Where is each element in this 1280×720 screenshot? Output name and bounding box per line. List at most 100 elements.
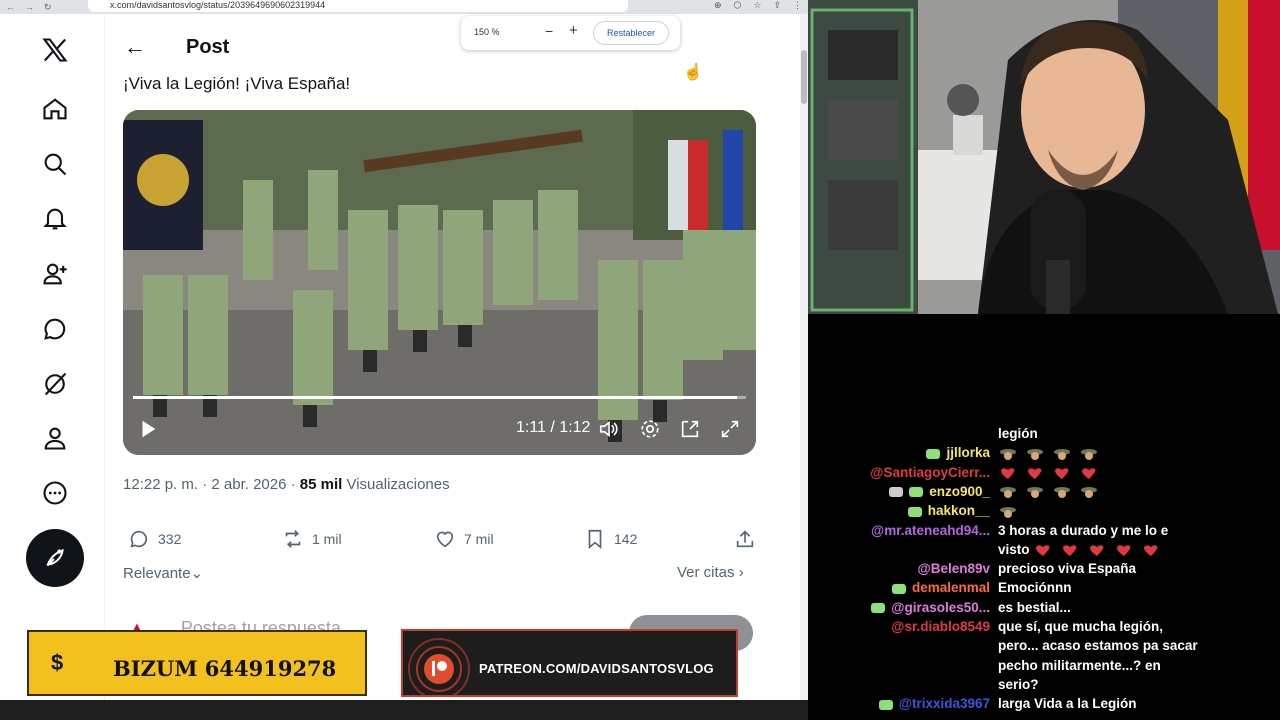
pop-out-icon[interactable] [679, 418, 701, 440]
x-logo-icon[interactable] [30, 30, 80, 70]
address-bar[interactable]: x.com/davidsantosvlog/status/20396496906… [88, 0, 628, 12]
view-quotes-link[interactable]: Ver citas › [677, 564, 744, 581]
forward-nav-icon[interactable]: → [25, 2, 34, 12]
star-icon[interactable]: ☆ [753, 0, 761, 11]
video-progress-fill [133, 396, 737, 399]
like-button[interactable]: 7 mil [434, 528, 494, 550]
reload-icon[interactable]: ↻ [44, 2, 52, 13]
chat-message-text: legión [998, 425, 1038, 443]
menu-icon[interactable]: ⋮ [793, 0, 802, 11]
back-arrow-icon[interactable]: ← [124, 34, 146, 60]
share-icon[interactable]: ⇪ [773, 0, 781, 11]
chat-bubble-icon[interactable] [30, 309, 80, 349]
search-icon[interactable] [30, 144, 80, 184]
profile-icon[interactable] [30, 418, 80, 458]
url-text[interactable]: x.com/davidsantosvlog/status/20396496906… [110, 0, 325, 10]
post-header-title: Post [186, 35, 230, 58]
repost-count: 1 mil [312, 531, 342, 547]
chat-username[interactable]: @girasoles50... [871, 599, 990, 617]
patreon-banner: PATREON.COM/DAVIDSANTOSVLOG [401, 629, 738, 697]
chevron-right-icon: › [738, 564, 744, 581]
chat-username[interactable]: @SantiagoyCierr... [870, 464, 990, 482]
chat-message-body: visto [998, 541, 1034, 557]
chat-username[interactable]: @sr.diablo8549 [891, 618, 990, 636]
sidebar-nav [0, 14, 105, 700]
chat-username[interactable]: enzo900_ [889, 483, 990, 501]
repost-button[interactable]: 1 mil [282, 528, 342, 550]
heart-icon [436, 531, 454, 548]
heart-emote-icon [1063, 545, 1077, 557]
chat-username-row: enzo900_ [808, 483, 990, 501]
compose-post-button[interactable] [26, 529, 84, 587]
zoom-popup: 150 % − + Restablecer [461, 16, 680, 50]
reply-count: 332 [158, 531, 182, 547]
bookmark-count: 142 [614, 531, 638, 547]
zoom-icon[interactable]: ⊕ [714, 0, 722, 11]
chat-badge-icon [926, 448, 941, 459]
chat-badge-icon [878, 699, 893, 710]
page-scrollbar[interactable] [800, 14, 808, 700]
video-progress-bar[interactable] [133, 396, 746, 399]
home-icon[interactable] [30, 89, 80, 129]
chat-username[interactable]: demalenmal [891, 579, 990, 597]
browser-toolbar-actions: ⊕ ⬡ ☆ ⇪ ⋮ [714, 0, 802, 11]
chat-username[interactable]: @trixxida3967 [878, 695, 990, 713]
chat-badge-icon [889, 487, 904, 498]
share-button[interactable] [734, 528, 756, 550]
chat-message-text: visto [998, 541, 1168, 559]
reply-bubble-icon [130, 530, 148, 548]
browser-toolbar: ← → ↻ x.com/davidsantosvlog/status/20396… [0, 0, 808, 14]
heart-emote-icon [1117, 545, 1131, 557]
zoom-out-button[interactable]: − [545, 23, 553, 39]
video-player[interactable]: 1:11 / 1:12 [123, 110, 756, 455]
webcam-feed [808, 0, 1280, 314]
zoom-in-button[interactable]: + [569, 22, 578, 39]
chat-message-body: es bestial... [998, 599, 1071, 615]
chat-username[interactable]: @mr.ateneahd94... [871, 522, 990, 540]
notifications-bell-icon[interactable] [30, 199, 80, 239]
scrollbar-thumb[interactable] [801, 50, 807, 104]
chat-message-body: que sí, que mucha legión, [998, 619, 1164, 634]
post-timestamp[interactable]: 12:22 p. m. · 2 abr. 2026 · [123, 476, 300, 493]
chat-message-text: es bestial... [998, 599, 1071, 617]
heart-emote-icon [1036, 545, 1050, 557]
dollar-icon: $ [51, 650, 64, 675]
patreon-text: PATREON.COM/DAVIDSANTOSVLOG [479, 661, 714, 676]
chat-message-body: Emociónnn [998, 580, 1072, 596]
grok-icon[interactable] [30, 364, 80, 404]
chat-message-text: serio? [998, 676, 1039, 694]
legionary-emote-icon [1081, 448, 1097, 460]
legionary-emote-icon [1027, 448, 1043, 460]
bookmark-button[interactable]: 142 [584, 528, 637, 550]
settings-gear-icon[interactable] [639, 418, 661, 440]
legionary-emote-icon [1054, 487, 1070, 499]
chat-username-row: @girasoles50... [808, 599, 990, 617]
bizum-text: BIZUM 644919278 [113, 656, 337, 681]
sort-replies-dropdown[interactable]: Relevante⌄ [123, 564, 203, 582]
chat-username[interactable]: @Belen89v [918, 560, 990, 578]
views-label: Visualizaciones [342, 476, 450, 493]
volume-icon[interactable] [598, 418, 620, 440]
chat-message-text: larga Vida a la Legión [998, 695, 1137, 713]
fullscreen-icon[interactable] [719, 418, 741, 440]
chat-username[interactable]: hakkon__ [907, 502, 990, 520]
chat-username-row: @sr.diablo8549 [808, 618, 990, 636]
heart-emote-icon [1144, 545, 1158, 557]
legionary-emote-icon [1000, 506, 1016, 518]
heart-emote-icon [1090, 545, 1104, 557]
chat-message-body: 3 horas a durado y me lo e [998, 522, 1169, 538]
bookmark-icon [588, 529, 602, 550]
zoom-reset-button[interactable]: Restablecer [593, 21, 669, 45]
chat-username[interactable]: jjllorka [926, 444, 990, 462]
chat-username-row: demalenmal [808, 579, 990, 597]
follow-add-user-icon[interactable] [30, 254, 80, 294]
play-icon[interactable] [137, 418, 159, 440]
heart-emote-icon [1055, 468, 1069, 480]
hand-cursor-icon: ☝ [683, 64, 703, 81]
more-icon[interactable] [30, 473, 80, 513]
reply-button[interactable]: 332 [128, 528, 181, 550]
back-nav-icon[interactable]: ← [6, 2, 15, 12]
post-actions: 332 1 mil 7 mil 142 [128, 528, 756, 550]
extensions-icon[interactable]: ⬡ [734, 0, 742, 11]
chat-message-body: legión [998, 426, 1038, 441]
